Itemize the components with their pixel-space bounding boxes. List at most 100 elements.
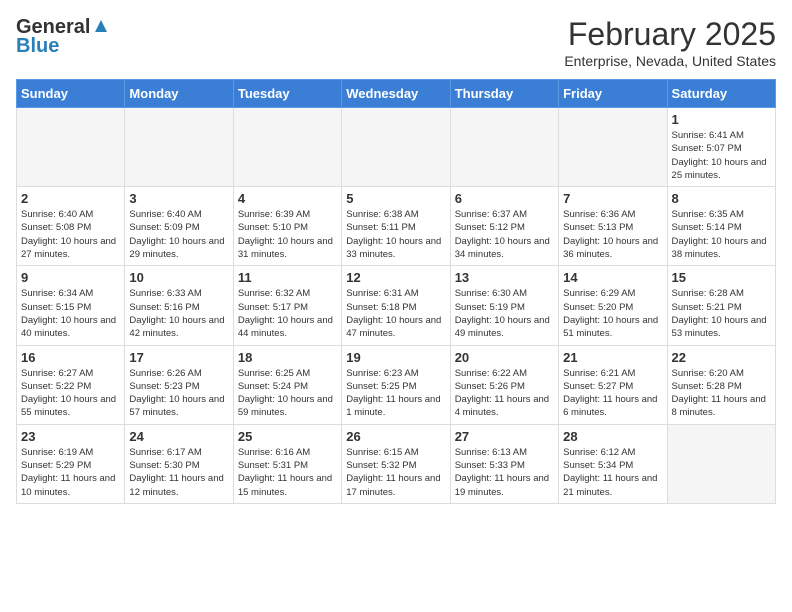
calendar-day-cell (233, 108, 341, 187)
day-number: 5 (346, 191, 445, 206)
day-info-text: Sunrise: 6:15 AM Sunset: 5:32 PM Dayligh… (346, 446, 445, 499)
day-number: 7 (563, 191, 662, 206)
calendar-day-cell (667, 424, 775, 503)
calendar-day-cell: 4 Sunrise: 6:39 AM Sunset: 5:10 PM Daylig… (233, 187, 341, 266)
title-block: February 2025 Enterprise, Nevada, United… (564, 16, 776, 69)
calendar-day-cell: 25Sunrise: 6:16 AM Sunset: 5:31 PM Dayli… (233, 424, 341, 503)
calendar-week-4: 16Sunrise: 6:27 AM Sunset: 5:22 PM Dayli… (17, 345, 776, 424)
day-info-text: Sunrise: 6:29 AM Sunset: 5:20 PM Dayligh… (563, 287, 662, 340)
day-number: 3 (129, 191, 228, 206)
day-info-text: Sunrise: 6:23 AM Sunset: 5:25 PM Dayligh… (346, 367, 445, 420)
day-info-text: Sunrise: 6:20 AM Sunset: 5:28 PM Dayligh… (672, 367, 771, 420)
day-info-text: Sunrise: 6:33 AM Sunset: 5:16 PM Dayligh… (129, 287, 228, 340)
day-info-text: Sunrise: 6:30 AM Sunset: 5:19 PM Dayligh… (455, 287, 554, 340)
calendar-day-cell: 23Sunrise: 6:19 AM Sunset: 5:29 PM Dayli… (17, 424, 125, 503)
day-number: 25 (238, 429, 337, 444)
day-info-text: Sunrise: 6:13 AM Sunset: 5:33 PM Dayligh… (455, 446, 554, 499)
day-info-text: Sunrise: 6:36 AM Sunset: 5:13 PM Dayligh… (563, 208, 662, 261)
calendar-table: SundayMondayTuesdayWednesdayThursdayFrid… (16, 79, 776, 504)
calendar-day-cell: 9Sunrise: 6:34 AM Sunset: 5:15 PM Daylig… (17, 266, 125, 345)
calendar-day-cell: 10 Sunrise: 6:33 AM Sunset: 5:16 PM Dayli… (125, 266, 233, 345)
weekday-header-tuesday: Tuesday (233, 80, 341, 108)
calendar-header-row: SundayMondayTuesdayWednesdayThursdayFrid… (17, 80, 776, 108)
logo: General Blue (16, 16, 109, 58)
calendar-day-cell: 28 Sunrise: 6:12 AM Sunset: 5:34 PM Dayli… (559, 424, 667, 503)
calendar-week-2: 2Sunrise: 6:40 AM Sunset: 5:08 PM Daylig… (17, 187, 776, 266)
day-number: 28 (563, 429, 662, 444)
day-number: 26 (346, 429, 445, 444)
calendar-day-cell: 14 Sunrise: 6:29 AM Sunset: 5:20 PM Dayli… (559, 266, 667, 345)
day-number: 20 (455, 350, 554, 365)
weekday-header-friday: Friday (559, 80, 667, 108)
month-year-title: February 2025 (564, 16, 776, 53)
day-info-text: Sunrise: 6:41 AM Sunset: 5:07 PM Dayligh… (672, 129, 771, 182)
location-subtitle: Enterprise, Nevada, United States (564, 53, 776, 69)
day-info-text: Sunrise: 6:39 AM Sunset: 5:10 PM Dayligh… (238, 208, 337, 261)
day-number: 16 (21, 350, 120, 365)
day-number: 11 (238, 270, 337, 285)
calendar-day-cell: 19 Sunrise: 6:23 AM Sunset: 5:25 PM Dayli… (342, 345, 450, 424)
day-number: 2 (21, 191, 120, 206)
calendar-day-cell: 15 Sunrise: 6:28 AM Sunset: 5:21 PM Dayli… (667, 266, 775, 345)
page-header: General Blue February 2025 Enterprise, N… (16, 16, 776, 69)
calendar-day-cell: 5 Sunrise: 6:38 AM Sunset: 5:11 PM Daylig… (342, 187, 450, 266)
day-number: 15 (672, 270, 771, 285)
day-info-text: Sunrise: 6:25 AM Sunset: 5:24 PM Dayligh… (238, 367, 337, 420)
calendar-day-cell: 6 Sunrise: 6:37 AM Sunset: 5:12 PM Daylig… (450, 187, 558, 266)
calendar-day-cell: 8 Sunrise: 6:35 AM Sunset: 5:14 PM Daylig… (667, 187, 775, 266)
day-number: 4 (238, 191, 337, 206)
day-number: 6 (455, 191, 554, 206)
calendar-week-5: 23Sunrise: 6:19 AM Sunset: 5:29 PM Dayli… (17, 424, 776, 503)
calendar-day-cell: 27Sunrise: 6:13 AM Sunset: 5:33 PM Dayli… (450, 424, 558, 503)
day-info-text: Sunrise: 6:28 AM Sunset: 5:21 PM Dayligh… (672, 287, 771, 340)
day-number: 14 (563, 270, 662, 285)
day-number: 21 (563, 350, 662, 365)
day-info-text: Sunrise: 6:17 AM Sunset: 5:30 PM Dayligh… (129, 446, 228, 499)
day-number: 22 (672, 350, 771, 365)
calendar-day-cell: 20 Sunrise: 6:22 AM Sunset: 5:26 PM Dayli… (450, 345, 558, 424)
calendar-week-1: 1 Sunrise: 6:41 AM Sunset: 5:07 PM Daylig… (17, 108, 776, 187)
calendar-day-cell: 1 Sunrise: 6:41 AM Sunset: 5:07 PM Daylig… (667, 108, 775, 187)
day-info-text: Sunrise: 6:38 AM Sunset: 5:11 PM Dayligh… (346, 208, 445, 261)
calendar-day-cell (17, 108, 125, 187)
calendar-day-cell: 17 Sunrise: 6:26 AM Sunset: 5:23 PM Dayli… (125, 345, 233, 424)
logo-blue-text: Blue (16, 35, 59, 58)
day-number: 9 (21, 270, 120, 285)
day-number: 17 (129, 350, 228, 365)
weekday-header-thursday: Thursday (450, 80, 558, 108)
calendar-day-cell (450, 108, 558, 187)
day-number: 19 (346, 350, 445, 365)
calendar-day-cell: 24 Sunrise: 6:17 AM Sunset: 5:30 PM Dayli… (125, 424, 233, 503)
day-info-text: Sunrise: 6:32 AM Sunset: 5:17 PM Dayligh… (238, 287, 337, 340)
calendar-day-cell: 26 Sunrise: 6:15 AM Sunset: 5:32 PM Dayli… (342, 424, 450, 503)
day-info-text: Sunrise: 6:40 AM Sunset: 5:09 PM Dayligh… (129, 208, 228, 261)
weekday-header-saturday: Saturday (667, 80, 775, 108)
day-number: 23 (21, 429, 120, 444)
calendar-day-cell: 18 Sunrise: 6:25 AM Sunset: 5:24 PM Dayli… (233, 345, 341, 424)
day-number: 18 (238, 350, 337, 365)
calendar-day-cell: 13 Sunrise: 6:30 AM Sunset: 5:19 PM Dayli… (450, 266, 558, 345)
day-info-text: Sunrise: 6:12 AM Sunset: 5:34 PM Dayligh… (563, 446, 662, 499)
calendar-day-cell (559, 108, 667, 187)
day-number: 13 (455, 270, 554, 285)
day-number: 12 (346, 270, 445, 285)
day-info-text: Sunrise: 6:22 AM Sunset: 5:26 PM Dayligh… (455, 367, 554, 420)
calendar-day-cell: 11 Sunrise: 6:32 AM Sunset: 5:17 PM Dayli… (233, 266, 341, 345)
day-info-text: Sunrise: 6:31 AM Sunset: 5:18 PM Dayligh… (346, 287, 445, 340)
calendar-day-cell: 2Sunrise: 6:40 AM Sunset: 5:08 PM Daylig… (17, 187, 125, 266)
logo-arrow-icon (93, 18, 109, 39)
day-number: 10 (129, 270, 228, 285)
day-number: 1 (672, 112, 771, 127)
day-number: 8 (672, 191, 771, 206)
day-info-text: Sunrise: 6:26 AM Sunset: 5:23 PM Dayligh… (129, 367, 228, 420)
day-info-text: Sunrise: 6:37 AM Sunset: 5:12 PM Dayligh… (455, 208, 554, 261)
calendar-day-cell (342, 108, 450, 187)
calendar-day-cell: 3 Sunrise: 6:40 AM Sunset: 5:09 PM Daylig… (125, 187, 233, 266)
calendar-day-cell: 16Sunrise: 6:27 AM Sunset: 5:22 PM Dayli… (17, 345, 125, 424)
calendar-day-cell: 7 Sunrise: 6:36 AM Sunset: 5:13 PM Daylig… (559, 187, 667, 266)
day-number: 24 (129, 429, 228, 444)
calendar-week-3: 9Sunrise: 6:34 AM Sunset: 5:15 PM Daylig… (17, 266, 776, 345)
day-info-text: Sunrise: 6:35 AM Sunset: 5:14 PM Dayligh… (672, 208, 771, 261)
day-info-text: Sunrise: 6:21 AM Sunset: 5:27 PM Dayligh… (563, 367, 662, 420)
weekday-header-monday: Monday (125, 80, 233, 108)
